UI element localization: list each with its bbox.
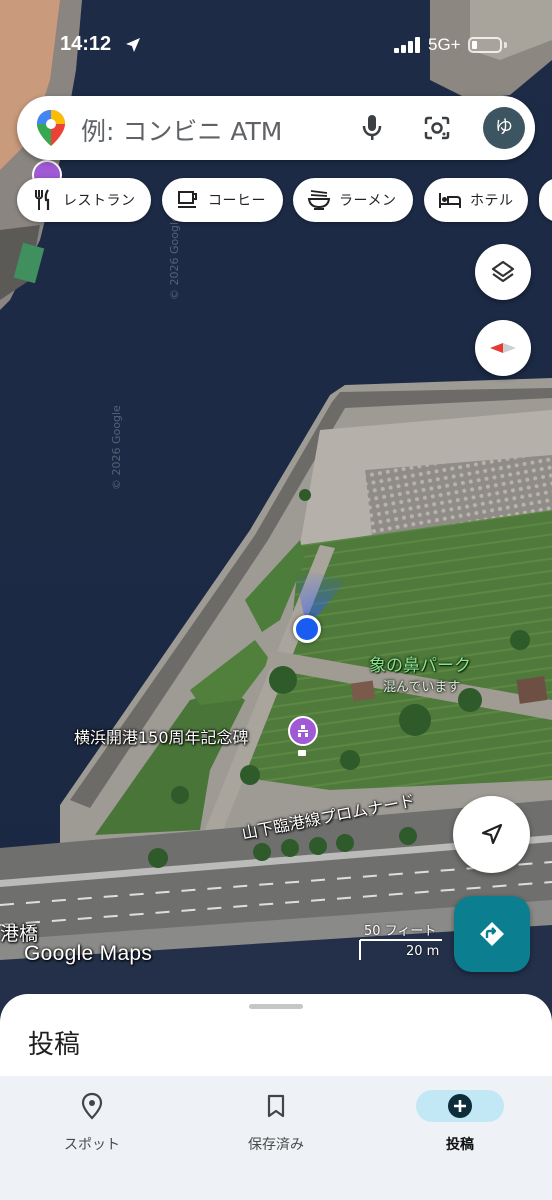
coffee-icon [178,191,197,208]
restaurant-icon [35,189,50,210]
park-label[interactable]: 象の鼻パーク [369,651,471,676]
battery-icon [468,37,502,53]
chip-coffee[interactable]: コーヒー [162,178,283,222]
layers-button[interactable] [475,244,531,300]
scale-imperial: 50 フィート [364,924,437,939]
my-location-button[interactable] [453,796,530,873]
network-type: 5G+ [428,35,461,54]
monument-pin[interactable] [288,716,318,746]
nav-post[interactable]: 投稿 [368,1076,552,1176]
bottom-navigation: スポット 保存済み 投稿 [0,1076,552,1200]
monument-pin-dot [298,750,306,756]
directions-button[interactable] [454,896,530,972]
user-location-dot [293,615,321,643]
chip-label: ラーメン [339,193,397,209]
chip-label: レストラン [63,193,136,209]
monument-label[interactable]: 横浜開港150周年記念碑 [74,724,249,748]
chip-restaurant[interactable]: レストラン [17,178,151,222]
map-copyright: © 2026 Google [110,405,123,490]
chip-hotel[interactable]: ホテル [424,178,528,222]
compass-icon [490,343,516,353]
navigation-arrow-icon [481,823,502,844]
search-bar[interactable]: 例: コンビニ ATM ゆ [17,96,535,160]
nav-label: スポット [64,1137,120,1153]
battery-tip [504,42,507,48]
ramen-icon [307,190,331,210]
account-avatar[interactable]: ゆ [483,107,525,149]
google-lens-icon[interactable] [423,115,451,141]
sheet-drag-handle[interactable] [249,1004,303,1009]
layers-icon [491,260,515,283]
nav-label: 投稿 [446,1137,474,1153]
landmark-icon [298,725,308,737]
google-maps-logo: Google Maps [24,942,153,965]
google-maps-pin-icon [37,110,65,146]
location-pin-icon [81,1092,103,1120]
park-busy-status: 混んでいます [383,680,461,695]
chip-ramen[interactable]: ラーメン [293,178,413,222]
compass-button[interactable] [475,320,531,376]
scale-bar: 50 フィート 20 m [358,920,442,964]
category-chips: レストラン コーヒー ラーメン ホテル [17,178,552,222]
add-circle-icon [448,1094,472,1118]
cellular-signal-icon [394,37,420,53]
nav-spot[interactable]: スポット [0,1076,184,1176]
location-services-icon [126,38,140,52]
sheet-title: 投稿 [28,1030,81,1060]
directions-icon [480,922,504,946]
scale-metric: 20 m [406,944,440,959]
chip-more[interactable] [539,178,552,222]
nav-saved[interactable]: 保存済み [184,1076,368,1176]
chip-label: ホテル [470,193,514,209]
chip-label: コーヒー [208,193,266,209]
map-copyright: © 2026 Google [168,215,181,300]
status-time: 14:12 [60,33,112,55]
status-bar: 14:12 5G+ [0,0,552,90]
microphone-icon[interactable] [361,114,383,142]
search-input[interactable]: 例: コンビニ ATM [81,112,282,148]
nav-label: 保存済み [248,1137,304,1153]
hotel-icon [439,193,461,208]
bookmark-icon [267,1094,285,1118]
